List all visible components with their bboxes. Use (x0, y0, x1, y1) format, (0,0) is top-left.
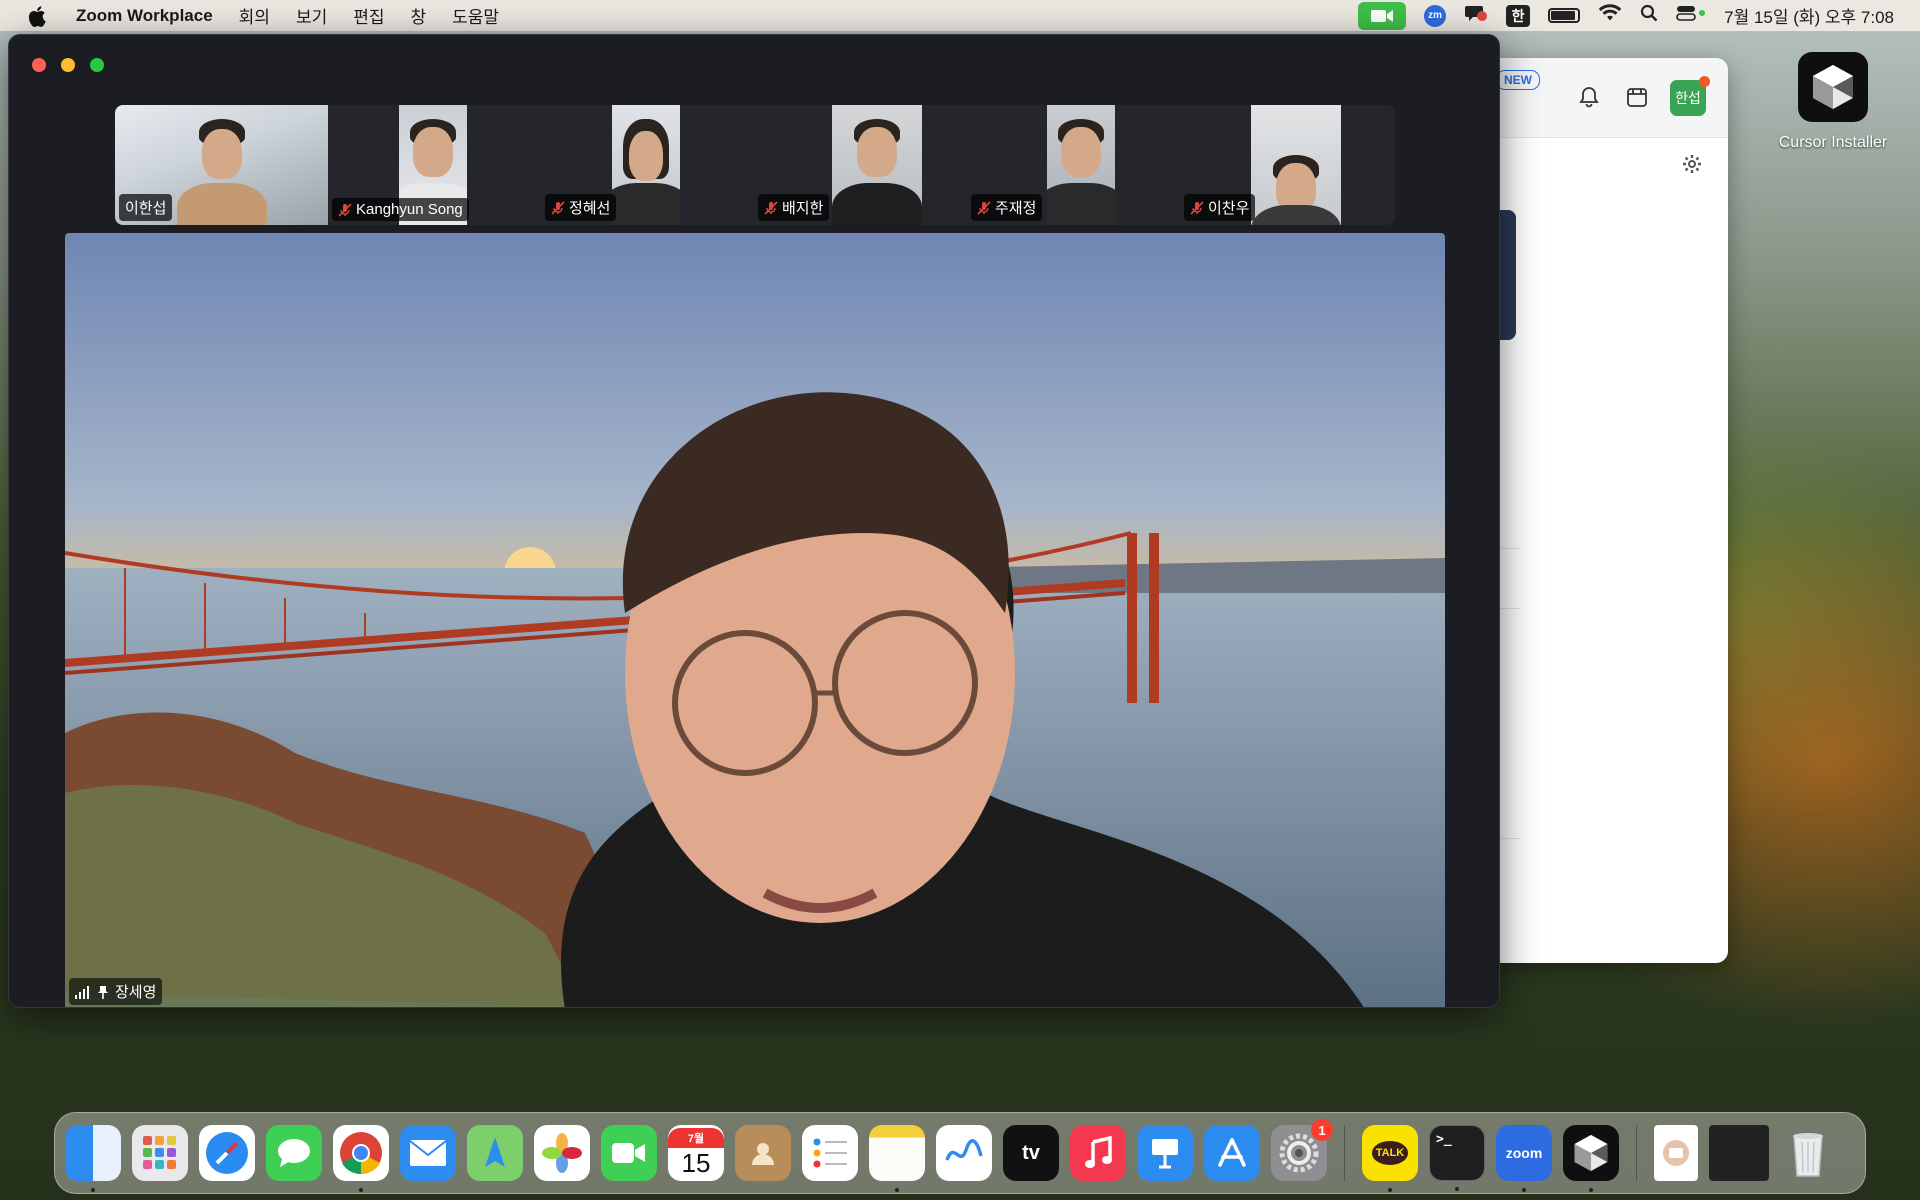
participant-tile[interactable]: 정혜선 (541, 105, 754, 225)
zoom-status-icon[interactable]: zm (1424, 4, 1447, 27)
apple-tv-label: tv (1022, 1141, 1040, 1164)
muted-mic-icon (1190, 200, 1204, 215)
battery-icon[interactable] (1548, 8, 1581, 23)
muted-mic-icon (764, 200, 778, 215)
keynote-icon[interactable] (1137, 1125, 1193, 1181)
recent-window-thumbnail[interactable] (1709, 1125, 1769, 1181)
participant-name-label: Kanghyun Song (332, 198, 469, 221)
launchpad-icon[interactable] (132, 1125, 188, 1181)
chat-status-icon[interactable] (1464, 2, 1488, 29)
apple-menu-icon[interactable] (26, 5, 48, 27)
menu-edit[interactable]: 편집 (353, 3, 384, 28)
settings-gear-icon[interactable] (1682, 154, 1702, 179)
calendar-icon[interactable] (1626, 86, 1648, 113)
zoom-meeting-window: 이한섭 Kanghyun Song 정혜선 배지한 주재정 이찬우 장세영 (8, 34, 1500, 1008)
participant-video (832, 105, 922, 225)
new-badge[interactable]: NEW (1496, 70, 1540, 90)
participant-name-label: 정혜선 (545, 194, 617, 221)
calendar-month: 7월 (668, 1127, 724, 1148)
participant-name-label: 배지한 (758, 194, 830, 221)
control-center-icon[interactable] (1676, 4, 1706, 27)
cursor-app-icon (1798, 52, 1868, 122)
participant-tile[interactable]: 이한섭 (115, 105, 328, 225)
kakaotalk-label: TALK (1371, 1141, 1409, 1165)
active-speaker-label: 장세영 (69, 978, 163, 1005)
terminal-icon[interactable]: >_ (1429, 1125, 1485, 1191)
app-store-icon[interactable] (1204, 1125, 1260, 1181)
downloads-stack-icon[interactable] (1654, 1125, 1698, 1181)
window-minimize-button[interactable] (61, 58, 75, 72)
safari-icon[interactable] (199, 1125, 255, 1181)
menu-window[interactable]: 창 (411, 3, 427, 28)
zoom-home-header: NEW 한섭 (1490, 58, 1728, 138)
dock-separator (1636, 1125, 1637, 1181)
participant-name-label: 주재정 (971, 194, 1043, 221)
menu-help[interactable]: 도움말 (452, 3, 499, 28)
facetime-icon[interactable] (601, 1125, 657, 1181)
menu-clock[interactable]: 7월 15일 (화) 오후 7:08 (1724, 3, 1894, 28)
chrome-icon[interactable] (333, 1125, 389, 1192)
muted-mic-icon (551, 200, 565, 215)
trash-icon[interactable] (1780, 1125, 1836, 1181)
menu-app-name[interactable]: Zoom Workplace (76, 6, 213, 26)
participant-video (1047, 105, 1115, 225)
participant-tile[interactable]: Kanghyun Song (328, 105, 541, 225)
signal-strength-icon (75, 985, 89, 999)
participant-video (612, 105, 680, 225)
zoom-video-status-icon[interactable] (1358, 1, 1407, 30)
user-avatar[interactable]: 한섭 (1670, 76, 1710, 116)
mail-icon[interactable] (400, 1125, 456, 1181)
active-speaker-video[interactable]: 장세영 (65, 233, 1445, 1007)
participant-name-label: 이찬우 (1184, 194, 1256, 221)
participant-tile[interactable]: 이찬우 (1180, 105, 1393, 225)
zoom-app-icon[interactable]: zoom (1496, 1125, 1552, 1192)
window-close-button[interactable] (32, 58, 46, 72)
reminders-icon[interactable] (802, 1125, 858, 1181)
zoom-app-label: zoom (1505, 1145, 1543, 1161)
cursor-dock-icon[interactable] (1563, 1125, 1619, 1192)
participant-tile[interactable]: 배지한 (754, 105, 967, 225)
kakaotalk-icon[interactable]: TALK (1362, 1125, 1418, 1192)
menu-bar: Zoom Workplace 회의 보기 편집 창 도움말 zm 한 7월 15… (0, 0, 1920, 31)
maps-icon[interactable] (467, 1125, 523, 1181)
pin-icon (98, 985, 108, 999)
notification-badge: 1 (1311, 1119, 1333, 1141)
freeform-icon[interactable] (936, 1125, 992, 1181)
menu-view[interactable]: 보기 (296, 3, 327, 28)
input-source-indicator[interactable]: 한 (1506, 4, 1531, 27)
system-settings-icon[interactable]: 1 (1271, 1119, 1333, 1181)
participant-strip: 이한섭 Kanghyun Song 정혜선 배지한 주재정 이찬우 (115, 105, 1395, 225)
dock-separator (1344, 1125, 1345, 1181)
spotlight-search-icon[interactable] (1640, 4, 1658, 27)
photos-icon[interactable] (534, 1125, 590, 1181)
bell-icon[interactable] (1578, 86, 1600, 113)
participant-name-label: 이한섭 (119, 194, 173, 221)
zoom-home-panel: NEW 한섭 (1490, 58, 1728, 963)
muted-mic-icon (977, 200, 991, 215)
dock: 7월 15 tv 1 TALK >_ zoom (54, 1112, 1866, 1194)
participant-tile[interactable]: 주재정 (967, 105, 1180, 225)
wifi-icon[interactable] (1598, 4, 1622, 27)
menu-meeting[interactable]: 회의 (239, 3, 270, 28)
calendar-app-icon[interactable]: 7월 15 (668, 1125, 724, 1181)
finder-icon[interactable] (65, 1125, 121, 1192)
desktop-cursor-installer[interactable]: Cursor Installer (1768, 52, 1898, 152)
muted-mic-icon (338, 202, 352, 217)
window-fullscreen-button[interactable] (90, 58, 104, 72)
apple-tv-icon[interactable]: tv (1003, 1125, 1059, 1181)
music-icon[interactable] (1070, 1125, 1126, 1181)
desktop-icon-label: Cursor Installer (1778, 134, 1888, 151)
contacts-icon[interactable] (735, 1125, 791, 1181)
virtual-background-image (65, 233, 1445, 1007)
participant-video (1251, 105, 1341, 225)
terminal-prompt: >_ (1436, 1132, 1452, 1147)
notes-icon[interactable] (869, 1125, 925, 1192)
calendar-day: 15 (681, 1147, 711, 1178)
messages-icon[interactable] (266, 1125, 322, 1181)
